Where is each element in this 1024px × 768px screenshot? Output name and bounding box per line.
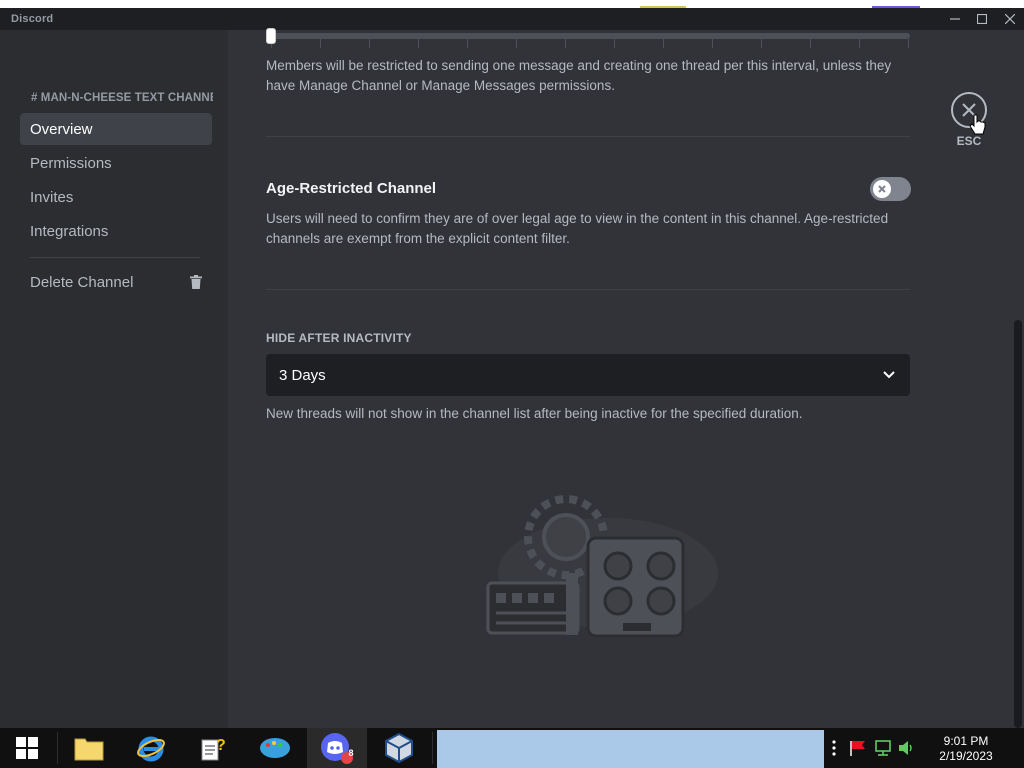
app-name: Discord [11,13,54,25]
slider-tick [418,39,419,48]
slider-tick [761,39,762,48]
toggle-knob [873,180,891,198]
channel-header: # MAN-N-CHEESE TEXT CHANNELS [31,92,213,104]
delete-channel-button[interactable]: Delete Channel [20,266,212,298]
svg-text:?: ? [216,737,226,754]
hand-cursor-icon [969,114,986,135]
virtualbox-icon [385,733,413,763]
folder-icon [74,738,104,761]
taskbar-window-preview[interactable] [437,730,824,768]
slider-tick [565,39,566,48]
top-strip [0,0,1024,8]
taskbar-virtualbox[interactable] [369,728,429,768]
sidebar-item-label: Integrations [30,222,109,240]
settings-illustration [486,495,718,638]
windows-icon [16,737,38,759]
sidebar-item-invites[interactable]: Invites [20,181,212,213]
maximize-button[interactable] [970,10,994,28]
settings-sidebar: # MAN-N-CHEESE TEXT CHANNELS Overview Pe… [0,30,228,728]
taskbar-help[interactable]: ? [183,728,243,768]
slider-tick [320,39,321,48]
sidebar-item-label: Overview [30,120,93,138]
taskbar-discord[interactable]: 8 [307,728,367,768]
volume-icon[interactable] [898,740,916,756]
taskbar: ? 8 9:01 PM 2/19/2023 [0,728,1024,768]
tray-overflow-icon[interactable] [831,740,837,756]
network-icon[interactable] [874,740,892,756]
settings-content: Members will be restricted to sending on… [228,28,1024,728]
sidebar-item-permissions[interactable]: Permissions [20,147,212,179]
slider-tick [908,39,909,48]
taskbar-paint[interactable] [245,728,305,768]
help-document-icon: ? [201,737,226,761]
hide-after-inactivity-description: New threads will not show in the channel… [266,406,803,421]
hide-after-inactivity-label: HIDE AFTER INACTIVITY [266,331,412,345]
scrollbar[interactable] [1014,320,1022,728]
slowmode-slider-handle[interactable] [266,28,276,44]
section-divider [266,289,910,290]
taskbar-internet-explorer[interactable] [121,728,181,768]
close-window-button[interactable] [998,10,1022,28]
trash-icon [190,275,202,289]
hide-after-inactivity-select[interactable]: 3 Days [266,354,910,396]
taskbar-clock[interactable]: 9:01 PM 2/19/2023 [924,734,1008,764]
close-window-icon [1005,14,1015,24]
sidebar-item-label: Permissions [30,154,112,172]
paint-icon [260,738,290,758]
select-value: 3 Days [279,366,326,384]
slider-tick [516,39,517,48]
age-restricted-title: Age-Restricted Channel [266,180,437,197]
discord-notification-badge: 8 [348,748,354,758]
title-bar: Discord [0,0,1024,30]
slider-tick [369,39,370,48]
delete-channel-label: Delete Channel [30,273,134,291]
section-divider [266,136,910,137]
clock-date: 2/19/2023 [939,749,993,763]
maximize-icon [977,14,987,24]
sidebar-divider [30,257,200,258]
taskbar-file-explorer[interactable] [59,728,119,768]
minimize-button[interactable] [943,10,967,28]
slider-tick [614,39,615,48]
slowmode-slider-track[interactable] [266,33,910,39]
sidebar-item-integrations[interactable]: Integrations [20,215,212,247]
chevron-down-icon [883,371,895,379]
internet-explorer-icon [137,736,165,762]
slider-tick [810,39,811,48]
clock-time: 9:01 PM [943,734,989,748]
age-restricted-toggle[interactable] [870,177,911,201]
action-center-flag-icon[interactable] [849,740,867,756]
slider-tick [859,39,860,48]
age-restricted-description: Users will need to confirm they are of o… [266,211,889,246]
slider-tick [712,39,713,48]
minimize-icon [950,18,960,20]
x-icon [878,185,886,193]
sidebar-item-label: Invites [30,188,74,206]
start-button[interactable] [0,728,54,768]
slider-tick [663,39,664,48]
slowmode-description: Members will be restricted to sending on… [266,58,892,93]
sidebar-item-overview[interactable]: Overview [20,113,212,145]
slider-tick [467,39,468,48]
